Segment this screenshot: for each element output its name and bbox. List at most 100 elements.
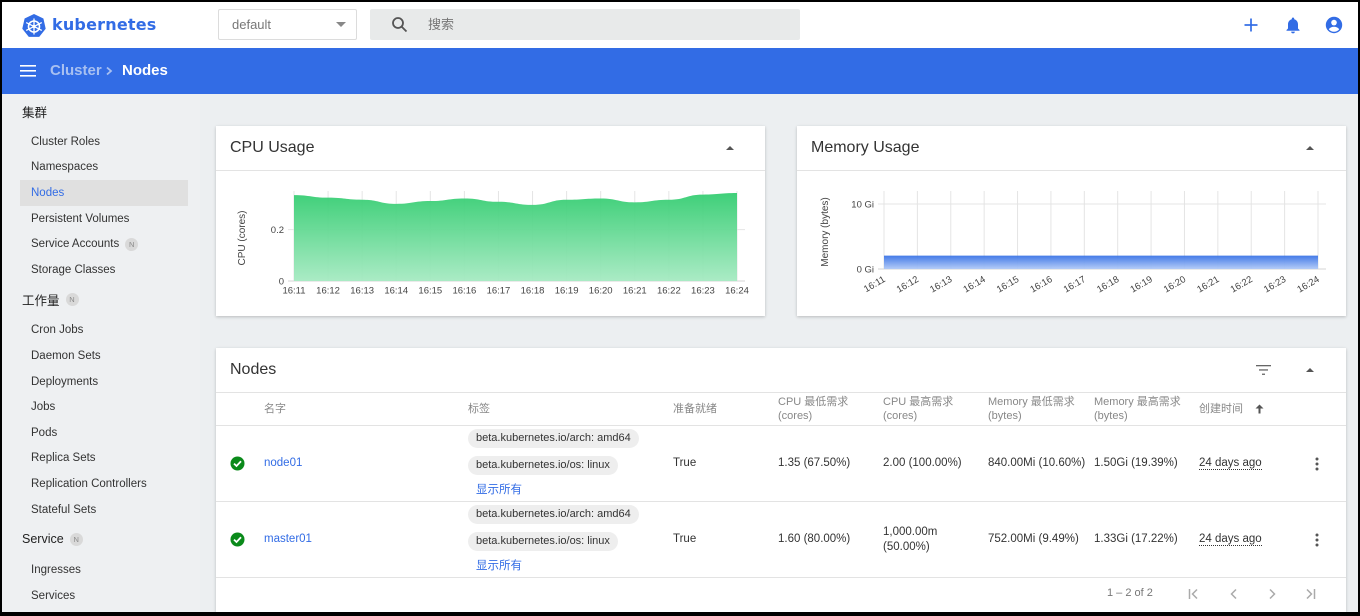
memory-data-point[interactable] (1316, 254, 1320, 258)
sidebar-item-jobs[interactable]: Jobs (20, 394, 188, 420)
node-name-link[interactable]: master01 (264, 533, 312, 545)
x-tick-label: 16:14 (384, 286, 408, 297)
cpu-data-point[interactable] (599, 196, 603, 200)
memory-data-point[interactable] (1049, 254, 1053, 258)
sidebar-item-replication-controllers[interactable]: Replication Controllers (20, 471, 188, 497)
sidebar-service-list: Ingresses Services (2, 554, 200, 608)
cpu-data-point[interactable] (633, 200, 637, 204)
app-logo-text[interactable]: kubernetes (52, 15, 157, 34)
cpu-data-point[interactable] (701, 193, 705, 197)
last-page-icon[interactable] (1303, 587, 1317, 601)
table-row: master01 beta.kubernetes.io/arch: amd64 … (216, 502, 1346, 578)
x-tick-label: 16:15 (995, 274, 1021, 295)
x-tick-label: 16:13 (350, 286, 374, 297)
column-header-cpu-requests[interactable]: CPU 最低需求 (cores) (778, 395, 883, 423)
sidebar-section-workloads[interactable]: 工作量 N (2, 285, 200, 315)
label-chip: beta.kubernetes.io/os: linux (468, 532, 618, 551)
collapse-icon[interactable] (1305, 144, 1315, 152)
cpu-data-point[interactable] (394, 202, 398, 206)
memory-data-point[interactable] (1116, 254, 1120, 258)
column-header-labels: 标签 (468, 403, 490, 415)
sidebar-item-service-accounts[interactable]: Service Accounts N (20, 231, 188, 257)
cpu-data-point[interactable] (292, 193, 296, 197)
memory-data-point[interactable] (1016, 254, 1020, 258)
cpu-data-point[interactable] (462, 196, 466, 200)
cpu-data-point[interactable] (496, 200, 500, 204)
cpu-data-point[interactable] (360, 198, 364, 202)
memory-data-point[interactable] (1249, 254, 1253, 258)
memory-data-point[interactable] (982, 254, 986, 258)
cpu-data-point[interactable] (735, 191, 739, 195)
breadcrumb-cluster[interactable]: Cluster (50, 62, 102, 79)
memory-data-point[interactable] (882, 254, 886, 258)
show-all-labels-link[interactable]: 显示所有 (476, 559, 522, 574)
collapse-icon[interactable] (725, 144, 735, 152)
sidebar-item-label: Services (31, 589, 76, 602)
cpu-data-point[interactable] (326, 196, 330, 200)
column-header-created[interactable]: 创建时间 (1199, 402, 1301, 416)
chevron-left-icon[interactable] (1227, 587, 1241, 601)
sidebar-item-cluster-roles[interactable]: Cluster Roles (20, 129, 188, 155)
sidebar-section-cluster[interactable]: 集群 (2, 96, 200, 126)
sidebar-item-nodes[interactable]: Nodes (20, 180, 188, 206)
sidebar-item-ingresses[interactable]: Ingresses (20, 557, 188, 583)
memory-requests: 752.00Mi (9.49%) (988, 533, 1079, 545)
sidebar-section-service[interactable]: Service N (2, 524, 200, 554)
pagination-range: 1 – 2 of 2 (1107, 587, 1153, 599)
sidebar-item-label: Storage Classes (31, 263, 116, 276)
sidebar-item-replica-sets[interactable]: Replica Sets (20, 446, 188, 472)
memory-data-point[interactable] (915, 254, 919, 258)
search-box[interactable] (370, 9, 800, 40)
sidebar-item-cron-jobs[interactable]: Cron Jobs (20, 318, 188, 344)
collapse-icon[interactable] (1305, 366, 1315, 374)
cpu-data-point[interactable] (667, 198, 671, 202)
memory-data-point[interactable] (1216, 254, 1220, 258)
x-tick-label: 16:22 (1229, 274, 1255, 295)
sidebar-item-persistent-volumes[interactable]: Persistent Volumes (20, 206, 188, 232)
memory-data-point[interactable] (1182, 254, 1186, 258)
sidebar-item-deployments[interactable]: Deployments (20, 369, 188, 395)
sidebar-item-namespaces[interactable]: Namespaces (20, 155, 188, 181)
cpu-data-point[interactable] (565, 198, 569, 202)
show-all-labels-link[interactable]: 显示所有 (476, 483, 522, 498)
cpu-data-point[interactable] (531, 203, 535, 207)
arrow-upward-icon[interactable] (1255, 404, 1264, 414)
search-input[interactable] (428, 9, 788, 40)
node-name-link[interactable]: node01 (264, 457, 302, 469)
memory-data-point[interactable] (1283, 254, 1287, 258)
sidebar-item-label: Ingresses (31, 564, 81, 577)
memory-data-point[interactable] (1149, 254, 1153, 258)
more-vert-icon[interactable] (1315, 533, 1319, 547)
sidebar-item-pods[interactable]: Pods (20, 420, 188, 446)
column-header-memory-limits[interactable]: Memory 最高需求 (bytes) (1094, 395, 1199, 423)
plus-icon[interactable] (1241, 15, 1261, 35)
menu-icon[interactable] (20, 64, 38, 78)
memory-data-point[interactable] (949, 254, 953, 258)
cpu-data-point[interactable] (428, 199, 432, 203)
sidebar-item-services[interactable]: Services (20, 583, 188, 609)
bell-icon[interactable] (1283, 15, 1303, 35)
chevron-right-icon[interactable] (1265, 587, 1279, 601)
column-header-name[interactable]: 名字 (264, 402, 468, 416)
column-header-cpu-limits[interactable]: CPU 最高需求 (cores) (883, 395, 988, 423)
sidebar-item-label: Deployments (31, 375, 99, 388)
more-vert-icon[interactable] (1315, 457, 1319, 471)
column-header-ready[interactable]: 准备就绪 (673, 402, 778, 416)
kubernetes-logo-icon[interactable] (21, 13, 47, 39)
memory-area-series (884, 255, 1318, 269)
sidebar-item-storage-classes[interactable]: Storage Classes (20, 257, 188, 283)
account-circle-icon[interactable] (1324, 15, 1344, 35)
x-tick-label: 16:12 (895, 274, 921, 295)
namespace-select[interactable]: default (218, 9, 357, 40)
sidebar-item-label: Pods (31, 426, 58, 439)
first-page-icon[interactable] (1187, 587, 1201, 601)
sidebar-item-stateful-sets[interactable]: Stateful Sets (20, 497, 188, 523)
sidebar-item-daemon-sets[interactable]: Daemon Sets (20, 343, 188, 369)
column-header-memory-requests[interactable]: Memory 最低需求 (bytes) (988, 395, 1094, 423)
sidebar-item-label: Replica Sets (31, 452, 96, 465)
x-tick-label: 16:22 (657, 286, 681, 297)
table-row: node01 beta.kubernetes.io/arch: amd64 be… (216, 426, 1346, 502)
memory-data-point[interactable] (1082, 254, 1086, 258)
ready-status: True (673, 457, 697, 469)
filter-icon[interactable] (1256, 364, 1271, 376)
